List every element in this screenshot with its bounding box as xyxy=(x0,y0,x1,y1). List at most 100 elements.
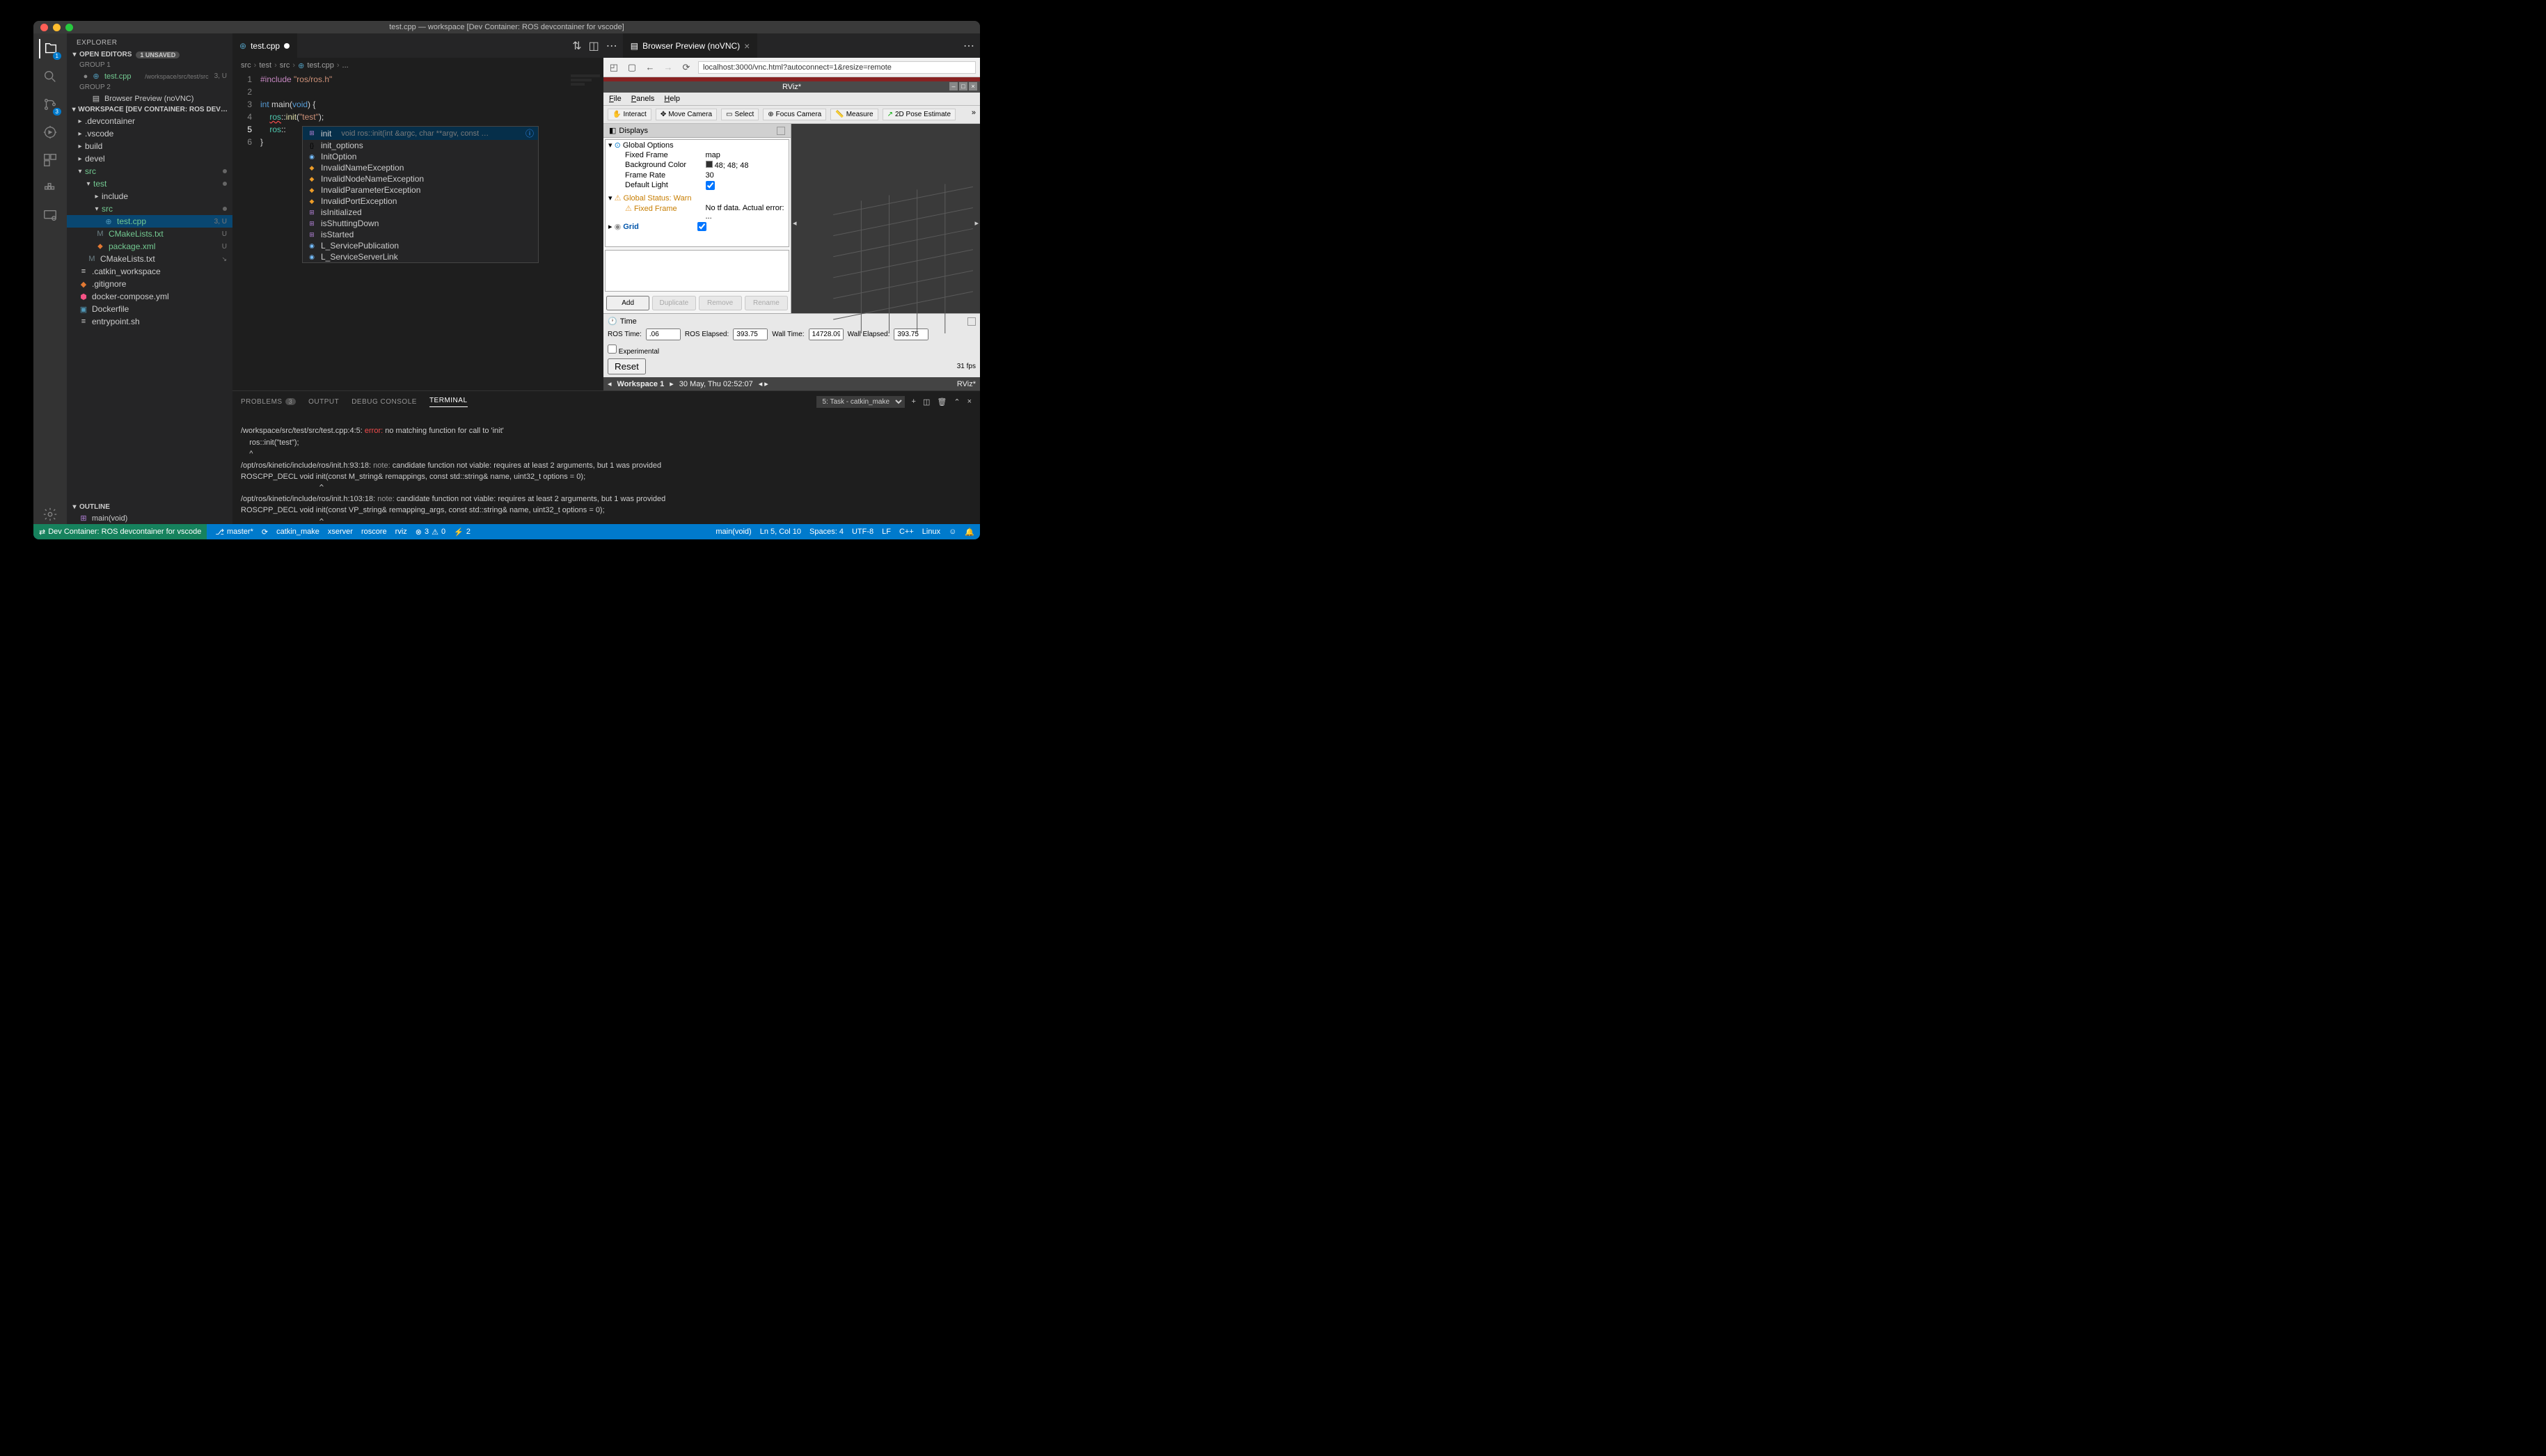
file-cmakelists-2[interactable]: MCMakeLists.txt↘ xyxy=(67,253,232,265)
tab-browser-preview[interactable]: ▤ Browser Preview (noVNC) × xyxy=(624,33,758,58)
grid-checkbox[interactable] xyxy=(697,222,706,231)
file-catkin-workspace[interactable]: ≡.catkin_workspace xyxy=(67,265,232,278)
select-button[interactable]: ▭Select xyxy=(721,109,759,120)
debug-console-tab[interactable]: DEBUG CONSOLE xyxy=(351,398,417,406)
folder-build[interactable]: ▸build xyxy=(67,140,232,152)
ros-elapsed-value[interactable] xyxy=(733,329,768,340)
workspace-header[interactable]: ▾ WORKSPACE [DEV CONTAINER: ROS DEVCONTA… xyxy=(67,104,232,115)
status-catkin-make[interactable]: catkin_make xyxy=(276,528,319,536)
current-function[interactable]: main(void) xyxy=(715,528,751,536)
intellisense-popup[interactable]: ⊞initvoid ros::init(int &argc, char **ar… xyxy=(302,126,539,263)
docker-icon[interactable] xyxy=(40,178,60,198)
intellisense-item[interactable]: ◆InvalidNameException xyxy=(303,162,538,173)
intellisense-item[interactable]: ◉InitOption xyxy=(303,151,538,162)
close-panel-icon[interactable]: × xyxy=(967,397,972,406)
intellisense-item[interactable]: ◆InvalidNodeNameException xyxy=(303,173,538,184)
menu-file[interactable]: File xyxy=(609,95,622,103)
extensions-icon[interactable] xyxy=(40,150,60,170)
code-editor[interactable]: 123456 #include "ros/ros.h" int main(voi… xyxy=(232,73,603,390)
file-package-xml[interactable]: ⬥package.xmlU xyxy=(67,240,232,253)
close-tab-icon[interactable]: × xyxy=(744,40,750,52)
folder-include[interactable]: ▸include xyxy=(67,190,232,203)
intellisense-item[interactable]: ⊞isShuttingDown xyxy=(303,218,538,229)
terminal-tab[interactable]: TERMINAL xyxy=(429,397,468,407)
intellisense-item[interactable]: ⊞isInitialized xyxy=(303,207,538,218)
intellisense-item[interactable]: ⊞initvoid ros::init(int &argc, char **ar… xyxy=(303,127,538,140)
forward-icon[interactable]: → xyxy=(662,61,674,74)
taskbar-app[interactable]: RViz* xyxy=(957,380,976,388)
language-mode[interactable]: C++ xyxy=(899,528,914,536)
os-label[interactable]: Linux xyxy=(922,528,940,536)
debug-icon[interactable] xyxy=(40,122,60,142)
maximize-panel-icon[interactable]: ⌃ xyxy=(954,397,960,406)
eol[interactable]: LF xyxy=(882,528,891,536)
maximize-icon[interactable]: □ xyxy=(959,82,967,90)
rviz-titlebar[interactable]: RViz* – □ × xyxy=(603,81,980,93)
interact-button[interactable]: ✋Interact xyxy=(608,109,651,120)
workspace-label[interactable]: Workspace 1 xyxy=(617,380,665,388)
reset-button[interactable]: Reset xyxy=(608,358,646,374)
menu-panels[interactable]: Panels xyxy=(631,95,655,103)
minimize-icon[interactable]: – xyxy=(949,82,958,90)
add-button[interactable]: Add xyxy=(606,296,649,310)
folder-test[interactable]: ▾test xyxy=(67,177,232,190)
folder-devcontainer[interactable]: ▸.devcontainer xyxy=(67,115,232,127)
compare-icon[interactable]: ⇅ xyxy=(572,39,581,53)
maximize-window-icon[interactable] xyxy=(65,24,73,31)
info-icon[interactable]: ⓘ xyxy=(525,127,534,139)
intellisense-item[interactable]: ◉L_ServicePublication xyxy=(303,240,538,251)
taskbar-nav[interactable]: ◂ ▸ xyxy=(759,379,768,388)
new-terminal-icon[interactable]: + xyxy=(912,397,916,406)
pose-estimate-button[interactable]: ↗2D Pose Estimate xyxy=(883,109,956,120)
minimap[interactable] xyxy=(568,73,603,101)
split-editor-icon[interactable]: ◫ xyxy=(589,39,599,53)
file-docker-compose[interactable]: ⬢docker-compose.yml xyxy=(67,290,232,303)
intellisense-item[interactable]: ◆InvalidPortException xyxy=(303,196,538,207)
file-gitignore[interactable]: ◆.gitignore xyxy=(67,278,232,290)
kill-terminal-icon[interactable]: 🗑 xyxy=(937,397,947,406)
intellisense-item[interactable]: ◉L_ServiceServerLink xyxy=(303,251,538,262)
cursor-position[interactable]: Ln 5, Col 10 xyxy=(760,528,801,536)
default-light-checkbox[interactable] xyxy=(706,181,715,190)
titlebar[interactable]: test.cpp — workspace [Dev Container: ROS… xyxy=(33,21,980,33)
ros-time-value[interactable] xyxy=(646,329,681,340)
measure-button[interactable]: 📏Measure xyxy=(830,109,878,120)
problems-tab[interactable]: PROBLEMS3 xyxy=(241,398,296,406)
displays-header[interactable]: ◧Displays xyxy=(603,124,791,138)
file-cmakelists-1[interactable]: MCMakeLists.txtU xyxy=(67,228,232,240)
open-editor-test-cpp[interactable]: ● ⊕ test.cpp /workspace/src/test/src 3, … xyxy=(67,70,232,82)
inspect-icon[interactable]: ◰ xyxy=(608,61,620,74)
remote-explorer-icon[interactable] xyxy=(40,206,60,225)
explorer-icon[interactable]: 1 xyxy=(39,39,60,58)
displays-tree[interactable]: ▾ ⊙ Global Options Fixed Framemap Backgr… xyxy=(605,139,789,247)
reload-icon[interactable]: ⟳ xyxy=(680,61,693,74)
settings-gear-icon[interactable] xyxy=(40,505,60,524)
intellisense-item[interactable]: ◆InvalidParameterException xyxy=(303,184,538,196)
output-tab[interactable]: OUTPUT xyxy=(308,398,339,406)
device-icon[interactable]: ▢ xyxy=(626,61,638,74)
close-icon[interactable]: × xyxy=(969,82,977,90)
outline-header[interactable]: ▾ OUTLINE xyxy=(67,502,232,512)
rename-button[interactable]: Rename xyxy=(745,296,788,310)
file-dockerfile[interactable]: ▣Dockerfile xyxy=(67,303,232,315)
minimize-window-icon[interactable] xyxy=(53,24,61,31)
3d-right-handle[interactable]: ▸ xyxy=(974,219,979,228)
outline-item-main[interactable]: ⊞ main(void) xyxy=(67,512,232,524)
breadcrumb[interactable]: src› test› src› ⊕ test.cpp› ... xyxy=(232,58,603,73)
terminal-select[interactable]: 5: Task - catkin_make xyxy=(816,396,905,408)
url-input[interactable] xyxy=(698,61,976,74)
close-window-icon[interactable] xyxy=(40,24,48,31)
remove-button[interactable]: Remove xyxy=(699,296,742,310)
terminal-output[interactable]: /workspace/src/test/src/test.cpp:4:5: er… xyxy=(232,412,980,524)
scm-icon[interactable]: 3 xyxy=(40,95,60,114)
tab-test-cpp[interactable]: ⊕ test.cpp xyxy=(232,33,297,58)
more-icon[interactable]: ⋯ xyxy=(963,39,974,53)
search-icon[interactable] xyxy=(40,67,60,86)
indentation[interactable]: Spaces: 4 xyxy=(809,528,844,536)
sync-icon[interactable]: ⟳ xyxy=(262,528,268,537)
git-branch[interactable]: ⎇master* xyxy=(215,528,253,537)
folder-src[interactable]: ▾src xyxy=(67,165,232,177)
file-entrypoint[interactable]: ≡entrypoint.sh xyxy=(67,315,232,328)
panel-toggle-icon[interactable] xyxy=(777,127,785,135)
focus-camera-button[interactable]: ⊕Focus Camera xyxy=(763,109,826,120)
